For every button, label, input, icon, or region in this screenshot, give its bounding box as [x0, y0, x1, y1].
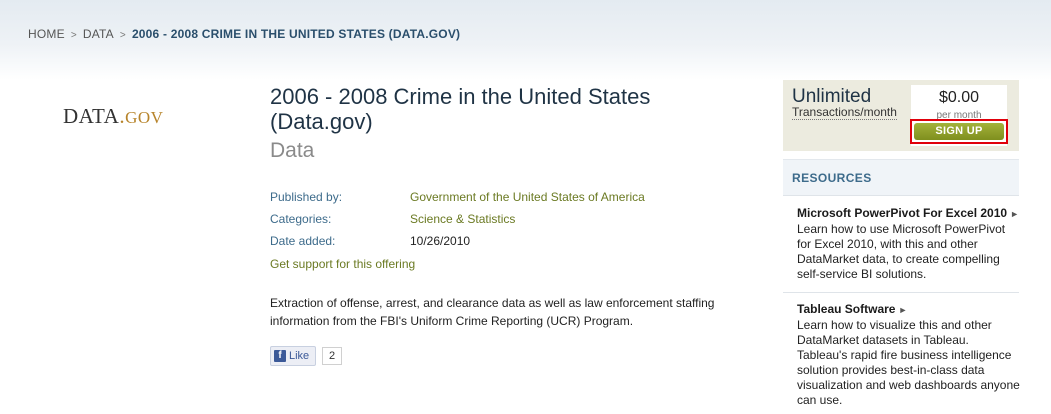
date-added-label: Date added:: [270, 234, 336, 248]
logo-text-data: DATA: [63, 104, 120, 128]
like-label: Like: [289, 350, 310, 362]
facebook-icon: f: [274, 350, 286, 362]
pricing-box: Unlimited Transactions/month $0.00 per m…: [783, 80, 1019, 151]
arrow-right-icon: ►: [898, 305, 908, 315]
page-title: 2006 - 2008 Crime in the United States (…: [270, 84, 651, 134]
resources-heading-label: RESOURCES: [792, 171, 872, 185]
resource-title: Microsoft PowerPivot For Excel 2010: [797, 206, 1008, 220]
meta-published-by: Published by: Government of the United S…: [270, 190, 645, 204]
arrow-right-icon: ►: [1010, 209, 1019, 219]
publisher-logo: DATA.GOV: [63, 104, 163, 129]
support-link[interactable]: Get support for this offering: [270, 257, 415, 271]
resource-title-link[interactable]: Tableau Software ►: [797, 302, 1022, 318]
resource-title: Tableau Software: [797, 302, 896, 316]
transactions-link[interactable]: Transactions/month: [792, 106, 897, 120]
publisher-link[interactable]: Government of the United States of Ameri…: [410, 190, 645, 204]
meta-categories: Categories: Science & Statistics: [270, 212, 515, 226]
categories-label: Categories:: [270, 212, 332, 226]
signup-highlight: SIGN UP: [910, 119, 1008, 144]
resource-item-tableau: Tableau Software ► Learn how to visualize…: [797, 302, 1022, 408]
date-added-value: 10/26/2010: [410, 234, 471, 248]
breadcrumb-current: 2006 - 2008 CRIME IN THE UNITED STATES (…: [131, 27, 461, 41]
breadcrumb-home[interactable]: HOME: [28, 27, 65, 41]
logo-text-gov: GOV: [125, 108, 164, 127]
offering-type: Data: [270, 139, 315, 162]
signup-button[interactable]: SIGN UP: [914, 123, 1004, 140]
breadcrumb: HOME > DATA >2006 - 2008 CRIME IN THE UNITE…: [28, 27, 460, 41]
published-by-label: Published by:: [270, 190, 343, 204]
breadcrumb-data[interactable]: DATA: [83, 27, 114, 41]
resource-text: Learn how to use Microsoft PowerPivot fo…: [797, 222, 1006, 281]
resource-title-link[interactable]: Microsoft PowerPivot For Excel 2010 ►: [797, 206, 1022, 222]
dataset-description: Extraction of offense, arrest, and clear…: [270, 296, 715, 328]
meta-date-added: Date added: 10/26/2010: [270, 234, 470, 248]
price: $0.00: [938, 89, 980, 106]
resources-heading: RESOURCES: [783, 159, 1019, 196]
breadcrumb-separator: >: [119, 30, 126, 41]
resource-item-powerpivot: Microsoft PowerPivot For Excel 2010 ► Lea…: [797, 206, 1022, 282]
facebook-like-button[interactable]: f Like: [270, 346, 316, 366]
divider: [783, 292, 1019, 293]
resource-text: Learn how to visualize this and other Da…: [797, 318, 1020, 407]
breadcrumb-separator: >: [70, 30, 77, 41]
like-count: 2: [322, 347, 342, 365]
category-link[interactable]: Science & Statistics: [410, 212, 515, 226]
